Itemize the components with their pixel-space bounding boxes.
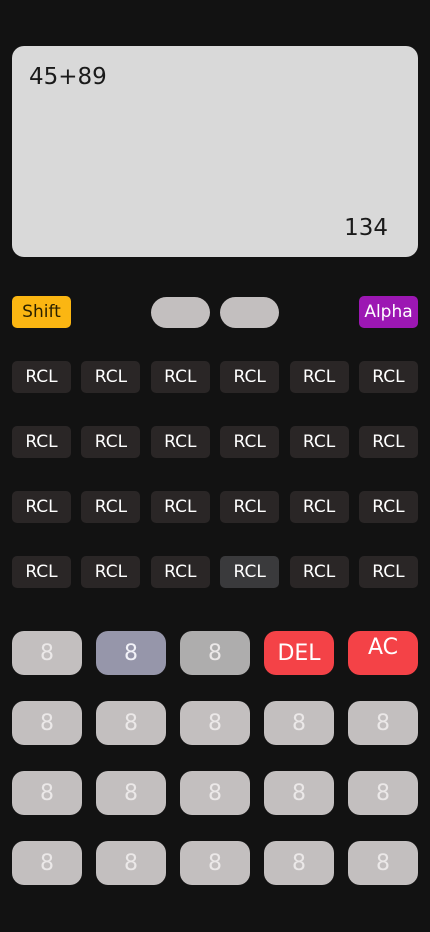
digit-key[interactable]: 8 — [12, 771, 82, 815]
rcl-button[interactable]: RCL — [150, 491, 210, 523]
rcl-button[interactable]: RCL — [358, 556, 418, 588]
shift-button[interactable]: Shift — [12, 296, 71, 328]
rcl-button[interactable]: RCL — [358, 361, 418, 393]
digit-key[interactable]: 8 — [12, 701, 82, 745]
digit-key[interactable]: 8 — [96, 771, 166, 815]
digit-key[interactable]: 8 — [264, 771, 334, 815]
rcl-button[interactable]: RCL — [289, 361, 349, 393]
delete-button[interactable]: DEL — [264, 631, 334, 675]
all-clear-button[interactable]: AC — [348, 631, 418, 675]
mode-row: Shift Alpha — [12, 296, 418, 328]
alpha-button[interactable]: Alpha — [359, 296, 418, 328]
rcl-button[interactable]: RCL — [150, 361, 210, 393]
rcl-button[interactable]: RCL — [81, 491, 141, 523]
rcl-button[interactable]: RCL — [358, 491, 418, 523]
rcl-button[interactable]: RCL — [12, 556, 71, 588]
digit-key[interactable]: 8 — [96, 701, 166, 745]
rcl-button[interactable]: RCL — [220, 426, 280, 458]
rcl-button[interactable]: RCL — [358, 426, 418, 458]
rcl-button[interactable]: RCL — [12, 361, 71, 393]
rcl-button[interactable]: RCL — [289, 426, 349, 458]
rcl-button[interactable]: RCL — [81, 426, 141, 458]
digit-key[interactable]: 8 — [12, 841, 82, 885]
rcl-button[interactable]: RCL — [12, 426, 71, 458]
rcl-button[interactable]: RCL — [12, 491, 71, 523]
result-text: 134 — [344, 215, 388, 241]
digit-key-pressed[interactable]: 8 — [96, 631, 166, 675]
calculator-screen: 45+89 134 Shift Alpha RCL RCL RCL RCL RC… — [0, 0, 430, 932]
digit-key[interactable]: 8 — [348, 841, 418, 885]
digit-key[interactable]: 8 — [348, 701, 418, 745]
digit-key[interactable]: 8 — [348, 771, 418, 815]
expression-text: 45+89 — [29, 64, 107, 90]
digit-key[interactable]: 8 — [180, 771, 250, 815]
right-pill-button[interactable] — [220, 297, 279, 328]
digit-key[interactable]: 8 — [264, 701, 334, 745]
left-pill-button[interactable] — [151, 297, 210, 328]
rcl-button[interactable]: RCL — [150, 426, 210, 458]
digit-key-hover[interactable]: 8 — [180, 631, 250, 675]
rcl-button[interactable]: RCL — [220, 361, 280, 393]
rcl-button[interactable]: RCL — [289, 491, 349, 523]
digit-key[interactable]: 8 — [96, 841, 166, 885]
keypad-grid: 8 8 8 DEL AC 8 8 8 8 8 8 8 8 8 8 8 8 8 8… — [12, 631, 418, 885]
display-panel: 45+89 134 — [12, 46, 418, 257]
rcl-button[interactable]: RCL — [289, 556, 349, 588]
rcl-grid: RCL RCL RCL RCL RCL RCL RCL RCL RCL RCL … — [12, 361, 418, 588]
rcl-button[interactable]: RCL — [150, 556, 210, 588]
digit-key[interactable]: 8 — [12, 631, 82, 675]
rcl-button[interactable]: RCL — [81, 361, 141, 393]
rcl-button[interactable]: RCL — [81, 556, 141, 588]
digit-key[interactable]: 8 — [264, 841, 334, 885]
digit-key[interactable]: 8 — [180, 701, 250, 745]
rcl-button[interactable]: RCL — [220, 491, 280, 523]
digit-key[interactable]: 8 — [180, 841, 250, 885]
rcl-button-highlighted[interactable]: RCL — [220, 556, 280, 588]
